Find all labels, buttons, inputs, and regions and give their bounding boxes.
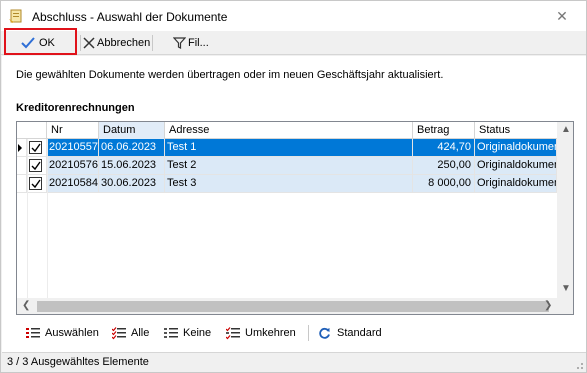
checkmark-icon — [31, 179, 41, 189]
section-title: Kreditorenrechnungen — [16, 102, 135, 114]
ok-highlight-frame — [4, 28, 77, 55]
row-indicator[interactable] — [17, 157, 27, 175]
resize-grip-icon[interactable] — [574, 360, 584, 370]
close-icon — [83, 37, 95, 49]
cell-adresse[interactable]: Test 3 — [165, 175, 413, 193]
select-button[interactable]: Auswählen — [26, 323, 99, 343]
invert-selection-button[interactable]: Umkehren — [226, 323, 296, 343]
filter-icon — [173, 37, 186, 49]
documents-grid[interactable]: Nr Datum Adresse Betrag Status 20210557 0… — [16, 121, 574, 315]
header-checkbox-column — [17, 122, 47, 139]
table-row[interactable]: 20210557 06.06.2023 Test 1 424,70 Originaldo… — [17, 139, 573, 157]
grid-line — [27, 139, 28, 299]
checkmark-icon — [31, 161, 41, 171]
column-header-status[interactable]: Status — [475, 122, 557, 139]
cell-adresse[interactable]: Test 1 — [165, 139, 413, 157]
cell-datum[interactable]: 06.06.2023 — [99, 139, 165, 157]
close-button[interactable]: ✕ — [539, 3, 585, 29]
cell-betrag[interactable]: 424,70 — [413, 139, 475, 157]
window-title: Abschluss - Auswahl der Dokumente — [32, 10, 228, 24]
status-text: 3 / 3 Ausgewähltes Elemente — [7, 356, 149, 368]
dialog-window: Abschluss - Auswahl der Dokumente ✕ OK A… — [0, 0, 587, 373]
scroll-down-icon[interactable]: ▼ — [561, 283, 571, 294]
select-all-button[interactable]: Alle — [112, 323, 149, 343]
select-list-icon — [26, 327, 43, 340]
row-checkbox[interactable] — [29, 177, 42, 190]
cell-status[interactable]: Originaldokument — [475, 139, 557, 157]
default-label: Standard — [337, 327, 382, 339]
content-panel: Die gewählten Dokumente werden übertrage… — [2, 56, 586, 352]
info-text: Die gewählten Dokumente werden übertrage… — [16, 69, 444, 81]
default-button[interactable]: Standard — [318, 323, 382, 343]
invert-list-icon — [226, 326, 243, 340]
scroll-left-icon[interactable]: ❮ — [22, 300, 30, 311]
cell-nr[interactable]: 20210576 — [47, 157, 99, 175]
column-header-datum[interactable]: Datum — [99, 122, 165, 139]
cell-betrag[interactable]: 250,00 — [413, 157, 475, 175]
cell-status[interactable]: Originaldokument — [475, 175, 557, 193]
select-all-label: Alle — [131, 327, 150, 339]
table-row[interactable]: 20210584 30.06.2023 Test 38 000,00 Original… — [17, 175, 573, 193]
horizontal-scroll-thumb[interactable] — [37, 301, 549, 312]
selection-actions: Auswählen Alle Keine Umkehren Standard — [16, 321, 576, 345]
column-header-betrag[interactable]: Betrag — [413, 122, 475, 139]
action-separator — [308, 325, 309, 341]
row-checkbox-cell — [27, 175, 47, 193]
row-checkbox[interactable] — [29, 159, 42, 172]
cell-betrag[interactable]: 8 000,00 — [413, 175, 475, 193]
cell-nr[interactable]: 20210584 — [47, 175, 99, 193]
cell-status[interactable]: Originaldokument — [475, 157, 557, 175]
status-bar: 3 / 3 Ausgewähltes Elemente — [2, 352, 586, 372]
grid-line — [47, 139, 48, 299]
cancel-button[interactable]: Abbrechen — [83, 33, 150, 53]
row-checkbox-cell — [27, 139, 47, 157]
refresh-icon — [318, 327, 334, 340]
filter-label: Fil... — [188, 37, 209, 49]
toolbar-separator — [80, 35, 81, 51]
filter-button[interactable]: Fil... — [173, 33, 209, 53]
horizontal-scrollbar[interactable]: ❮ ❯ — [17, 298, 557, 314]
select-none-label: Keine — [183, 327, 212, 339]
column-header-nr[interactable]: Nr — [47, 122, 99, 139]
checkmark-icon — [31, 143, 41, 153]
cell-datum[interactable]: 30.06.2023 — [99, 175, 165, 193]
invert-selection-label: Umkehren — [245, 327, 296, 339]
grid-header: Nr Datum Adresse Betrag Status — [17, 122, 573, 139]
row-checkbox-cell — [27, 157, 47, 175]
check-all-icon — [112, 326, 129, 340]
title-bar: Abschluss - Auswahl der Dokumente ✕ — [1, 1, 586, 31]
vertical-scrollbar[interactable]: ▲ ▼ — [557, 122, 573, 298]
cell-nr[interactable]: 20210557 — [47, 139, 99, 157]
select-label: Auswählen — [45, 327, 99, 339]
row-pointer-icon — [18, 144, 22, 152]
row-checkbox[interactable] — [29, 141, 42, 154]
cell-datum[interactable]: 15.06.2023 — [99, 157, 165, 175]
toolbar-separator — [152, 35, 153, 51]
table-row[interactable]: 20210576 15.06.2023 Test 2 250,00 Originaldo… — [17, 157, 573, 175]
scroll-up-icon[interactable]: ▲ — [561, 124, 571, 135]
select-none-button[interactable]: Keine — [164, 323, 211, 343]
list-icon — [164, 327, 181, 340]
row-indicator[interactable] — [17, 139, 27, 157]
toolbar: OK Abbrechen Fil... — [1, 31, 586, 55]
row-indicator[interactable] — [17, 175, 27, 193]
app-icon — [8, 8, 24, 24]
cancel-label: Abbrechen — [97, 37, 151, 49]
scroll-right-icon[interactable]: ❯ — [544, 300, 552, 311]
column-header-adresse[interactable]: Adresse — [165, 122, 413, 139]
scroll-corner — [557, 298, 573, 314]
cell-adresse[interactable]: Test 2 — [165, 157, 413, 175]
